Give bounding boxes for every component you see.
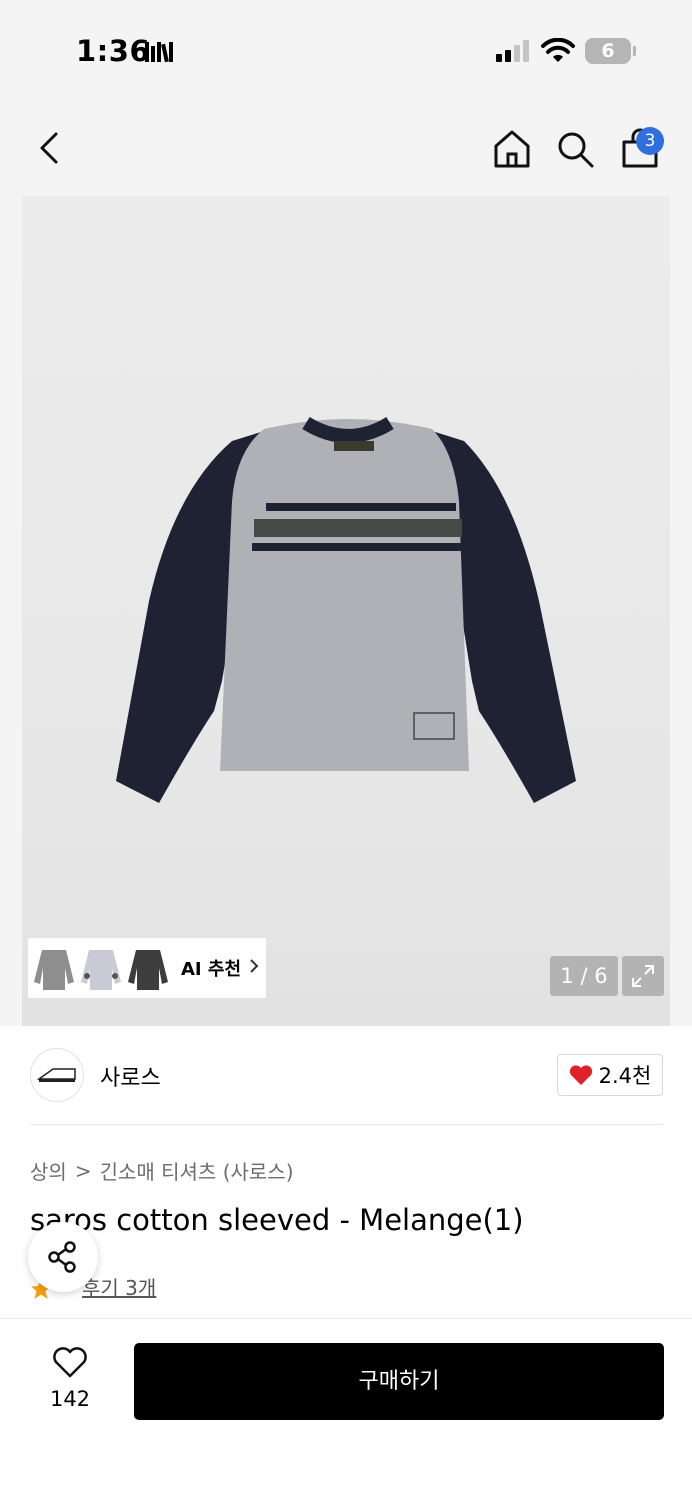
- status-bar: 1:36 6: [0, 0, 692, 100]
- breadcrumb-category[interactable]: 상의: [30, 1156, 67, 1185]
- brand-like-count: 2.4천: [598, 1064, 652, 1088]
- share-icon: [48, 1241, 76, 1273]
- divider: [30, 1124, 663, 1125]
- buy-button[interactable]: 구매하기: [134, 1343, 664, 1420]
- cellular-signal-icon: [496, 40, 532, 66]
- bottom-action-bar: 142 구매하기: [0, 1318, 692, 1500]
- battery-indicator: 6: [585, 38, 631, 64]
- breadcrumb: 상의 > 긴소매 티셔츠 (사로스): [30, 1156, 294, 1185]
- battery-tip: [633, 46, 636, 56]
- ai-thumb-grey-shirt[interactable]: [32, 942, 76, 994]
- ai-thumb-dark-shirt[interactable]: [126, 942, 170, 994]
- chevron-right-icon: [249, 958, 259, 978]
- wifi-icon: [541, 37, 575, 68]
- top-header: [0, 100, 692, 196]
- books-app-icon: [145, 40, 175, 68]
- breadcrumb-separator: >: [74, 1158, 92, 1183]
- product-shirt-image: [116, 416, 576, 803]
- product-title: saros cotton sleeved - Melange(1): [30, 1203, 524, 1237]
- search-icon: [558, 132, 594, 168]
- breadcrumb-subcategory[interactable]: 긴소매 티셔츠 (사로스): [100, 1156, 294, 1185]
- product-image[interactable]: [22, 196, 670, 1026]
- home-button[interactable]: [491, 128, 533, 174]
- ai-recommendation-button[interactable]: AI 추천: [28, 938, 266, 998]
- product-gallery[interactable]: AI 추천 1 / 6: [0, 196, 692, 1026]
- share-button[interactable]: [28, 1222, 98, 1292]
- brand-like-button[interactable]: 2.4천: [557, 1054, 663, 1096]
- saros-logo-icon: [36, 1068, 76, 1082]
- ai-thumb-light-shirt[interactable]: [79, 942, 123, 994]
- heart-filled-icon: [569, 1065, 592, 1085]
- expand-image-button[interactable]: [622, 956, 664, 996]
- review-link[interactable]: 후기 3개: [82, 1272, 156, 1301]
- brand-logo[interactable]: [30, 1048, 84, 1102]
- home-icon: [494, 130, 530, 168]
- ai-recommendation-label: AI 추천: [181, 959, 242, 980]
- status-time: 1:36: [76, 34, 151, 68]
- back-button[interactable]: [34, 130, 66, 170]
- heart-outline-icon: [53, 1347, 87, 1378]
- wishlist-count: 142: [49, 1387, 91, 1411]
- image-page-indicator: 1 / 6: [550, 956, 618, 996]
- search-button[interactable]: [556, 130, 596, 174]
- expand-icon: [632, 965, 654, 987]
- wishlist-button[interactable]: 142: [40, 1347, 100, 1411]
- cart-count-badge: 3: [636, 127, 664, 155]
- brand-name[interactable]: 사로스: [100, 1060, 161, 1092]
